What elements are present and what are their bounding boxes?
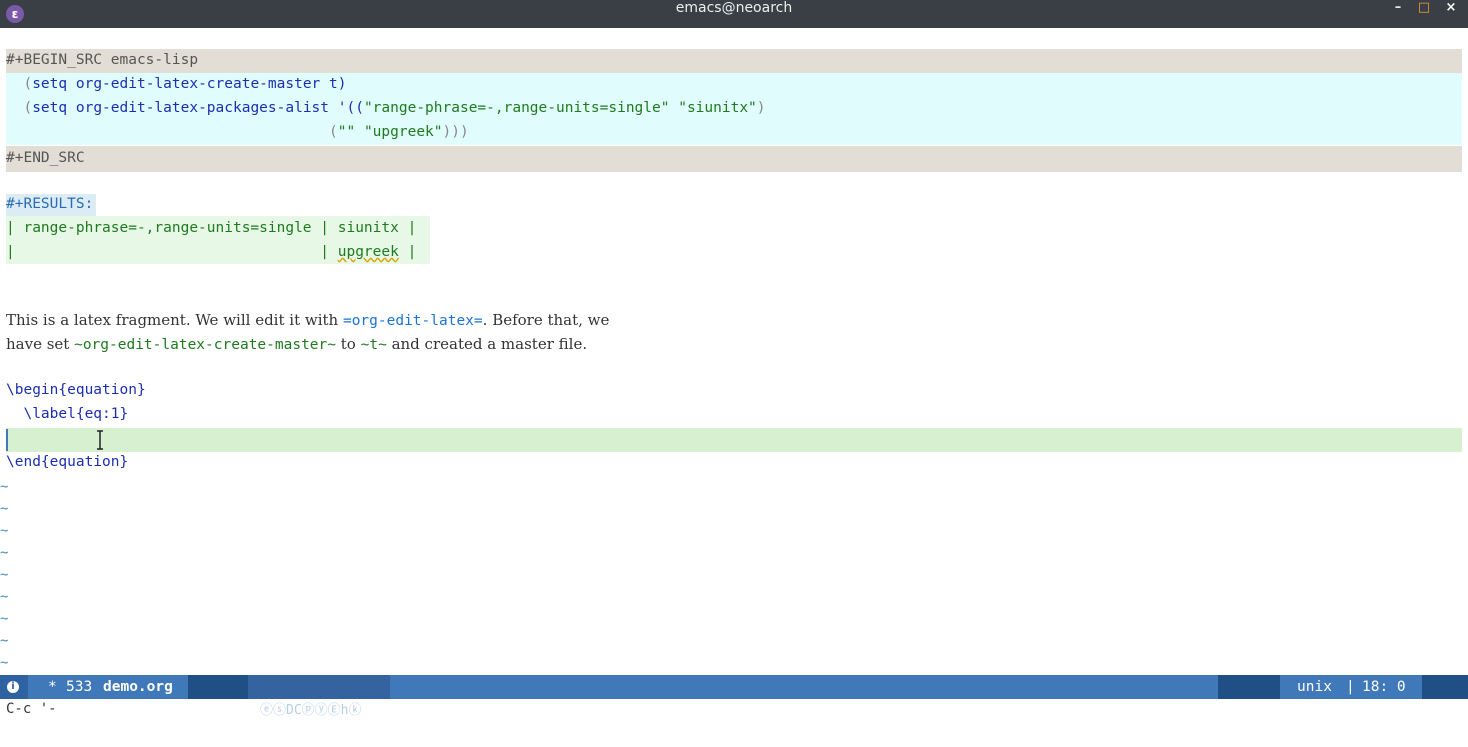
src-end-bg <box>6 146 1462 172</box>
paren: ( <box>6 76 33 92</box>
major-mode-segment[interactable]: Org <box>188 675 248 719</box>
string-literal: "" <box>337 124 356 140</box>
minor-modes-segment[interactable]: ⓔⓢDCⓟⓨⒺhⓚ <box>248 675 390 718</box>
paren: ( <box>6 100 33 116</box>
buffer-name[interactable]: demo.org <box>103 675 173 699</box>
text-cursor <box>6 429 8 451</box>
src-begin-line[interactable]: #+BEGIN_SRC emacs-lisp <box>6 48 198 72</box>
empty-line-marker: ~ <box>0 501 9 517</box>
mode-line: i * 533 demo.org Org ⓔⓢDCⓟⓨⒺhⓚ edit unix… <box>0 675 1468 719</box>
empty-line-marker: ~ <box>0 633 9 649</box>
verbatim-code: =org-edit-latex= <box>342 313 483 329</box>
paren: ) <box>756 100 766 116</box>
src-end-line[interactable]: #+END_SRC <box>6 146 85 170</box>
modified-indicator: * <box>48 679 57 695</box>
paragraph-line-2[interactable]: have set ~org-edit-latex-create-master~ … <box>6 332 587 356</box>
paren: ( <box>6 124 338 140</box>
spell-flagged-word: upgreek <box>337 244 399 260</box>
src-begin-bg <box>6 49 1462 73</box>
close-button[interactable]: × <box>1441 0 1461 28</box>
prose-text: to <box>336 335 361 353</box>
inline-code: ~org-edit-latex-create-master~ <box>74 337 336 353</box>
separator: | <box>1346 679 1355 695</box>
src-code-line-3[interactable]: ("" "upgreek"))) <box>6 120 469 144</box>
edit-state: edit <box>1232 703 1267 719</box>
title-bar: ε emacs@neoarch – □ × <box>0 0 1468 28</box>
table-cell: | | <box>6 244 338 260</box>
echo-area: C-c '- <box>6 701 57 717</box>
empty-line-marker: ~ <box>0 611 9 627</box>
prose-text: This is a latex fragment. We will edit i… <box>6 311 343 329</box>
latex-label[interactable]: \label{eq:1} <box>6 402 128 426</box>
mode-line-info-segment[interactable]: i <box>0 675 28 699</box>
edit-state-segment: edit <box>1218 675 1280 719</box>
empty-line-marker: ~ <box>0 523 9 539</box>
paragraph-line-1[interactable]: This is a latex fragment. We will edit i… <box>6 308 609 332</box>
src-code-line-1[interactable]: (setq org-edit-latex-create-master t) <box>6 72 346 96</box>
paren: ))) <box>442 124 469 140</box>
string-literal: "range-phrase=-,range-units=single" <box>363 100 670 116</box>
empty-line-marker: ~ <box>0 479 9 495</box>
current-line[interactable] <box>6 428 1462 452</box>
results-table-row-2[interactable]: | | upgreek | <box>6 240 416 264</box>
string-literal: "upgreek" <box>363 124 443 140</box>
empty-line-marker: ~ <box>0 567 9 583</box>
minor-modes: ⓔⓢDCⓟⓨⒺhⓚ <box>260 703 362 718</box>
results-header[interactable]: #+RESULTS: <box>6 192 93 216</box>
encoding: unix <box>1297 679 1332 695</box>
results-table-row-1[interactable]: | range-phrase=-,range-units=single | si… <box>6 216 416 240</box>
string-literal: "siunitx" <box>678 100 757 116</box>
inline-code: ~t~ <box>360 337 387 353</box>
mouse-ibeam-icon <box>95 430 105 450</box>
prose-text: have set <box>6 335 75 353</box>
buffer-size: 533 <box>66 679 93 695</box>
cursor-position: 18: 0 <box>1362 679 1406 695</box>
table-cell: | <box>398 244 417 260</box>
empty-line-marker: ~ <box>0 655 9 671</box>
scroll-position: All <box>1434 703 1461 719</box>
maximize-button[interactable]: □ <box>1414 0 1434 28</box>
latex-begin[interactable]: \begin{equation} <box>6 378 146 402</box>
empty-line-marker: ~ <box>0 589 9 605</box>
code-text: org-edit-latex-create-master t) <box>67 76 347 92</box>
info-icon: i <box>7 681 19 693</box>
latex-end[interactable]: \end{equation} <box>6 450 128 474</box>
prose-text: and created a master file. <box>386 335 588 353</box>
minimize-button[interactable]: – <box>1388 0 1408 28</box>
setq-keyword: setq <box>32 76 68 92</box>
window-title: emacs@neoarch <box>675 0 793 16</box>
major-mode: Org <box>204 703 231 719</box>
src-code-line-2[interactable]: (setq org-edit-latex-packages-alist '(("… <box>6 96 766 120</box>
empty-line-marker: ~ <box>0 545 9 561</box>
scroll-segment: All <box>1422 675 1468 719</box>
prose-text: . Before that, we <box>482 311 610 329</box>
setq-keyword: setq <box>32 100 68 116</box>
code-text: org-edit-latex-packages-alist '(( <box>67 100 364 116</box>
